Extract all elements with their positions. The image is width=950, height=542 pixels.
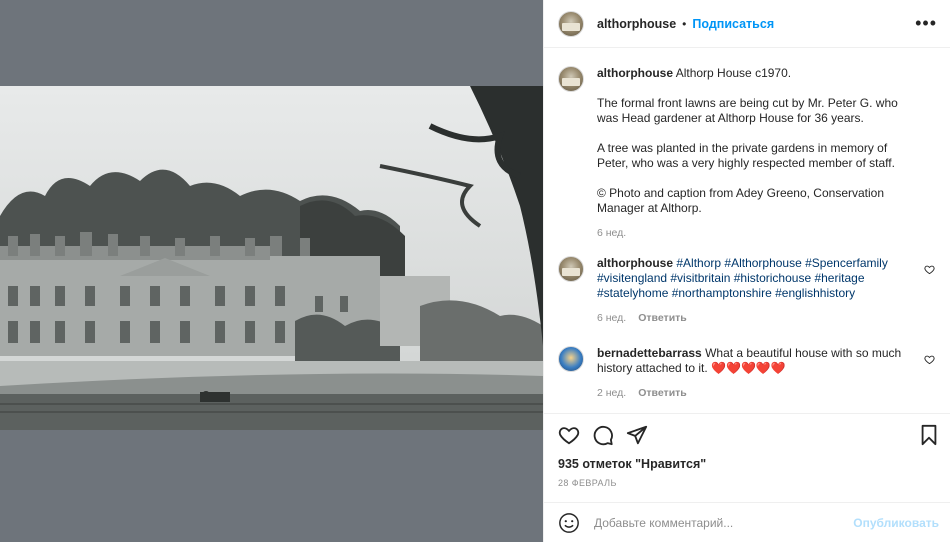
caption-paragraph-3: © Photo and caption from Adey Greeno, Co… <box>597 186 885 215</box>
bookmark-icon[interactable] <box>919 424 939 446</box>
list-item: bernadettebarrass What a beautiful house… <box>558 346 943 401</box>
more-options-icon[interactable]: ••• <box>915 14 937 32</box>
post-sidebar: althorphouse • Подписаться ••• althorpho… <box>543 0 950 542</box>
follow-button[interactable]: Подписаться <box>692 17 774 31</box>
comment-icon[interactable] <box>592 424 614 446</box>
list-item: althorphouse #Althorp #Althorphouse #Spe… <box>558 256 943 326</box>
reply-button[interactable]: Ответить <box>638 387 687 399</box>
caption-time[interactable]: 6 нед. <box>597 227 626 239</box>
author-username[interactable]: althorphouse <box>597 17 676 31</box>
commenter-avatar[interactable] <box>558 346 584 372</box>
share-icon[interactable] <box>626 424 648 446</box>
caption-paragraph-1: The formal front lawns are being cut by … <box>597 96 898 125</box>
comments-list[interactable]: althorphouse Althorp House c1970. The fo… <box>544 48 950 413</box>
separator-dot: • <box>682 16 687 31</box>
post-header: althorphouse • Подписаться ••• <box>544 0 950 48</box>
caption-body: althorphouse Althorp House c1970. The fo… <box>597 66 917 241</box>
post-date: 28 ФЕВРАЛЬ <box>558 478 617 488</box>
comment-body: bernadettebarrass What a beautiful house… <box>597 346 917 401</box>
commenter-username[interactable]: althorphouse <box>597 256 673 270</box>
caption-avatar[interactable] <box>558 66 584 92</box>
heart-icon[interactable] <box>558 424 580 446</box>
comment-like-icon[interactable] <box>924 264 935 275</box>
comment-meta: 6 нед. Ответить <box>597 311 917 326</box>
caption-paragraph-2: A tree was planted in the private garden… <box>597 141 895 170</box>
comment-body: althorphouse #Althorp #Althorphouse #Spe… <box>597 256 917 326</box>
comment-meta: 2 нед. Ответить <box>597 386 917 401</box>
comment-like-icon[interactable] <box>924 354 935 365</box>
post-media[interactable] <box>0 0 543 542</box>
post-photo <box>0 86 543 430</box>
action-icons <box>558 424 648 446</box>
post-actions: 935 отметок "Нравится" 28 ФЕВРАЛЬ <box>544 413 950 503</box>
caption: althorphouse Althorp House c1970. The fo… <box>558 66 943 241</box>
commenter-username[interactable]: bernadettebarrass <box>597 346 702 360</box>
comment-time[interactable]: 6 нед. <box>597 312 626 324</box>
commenter-avatar[interactable] <box>558 256 584 282</box>
caption-title: Althorp House c1970. <box>675 66 792 80</box>
caption-username[interactable]: althorphouse <box>597 66 673 80</box>
comment-composer: Добавьте комментарий... Опубликовать <box>544 502 950 542</box>
likes-count[interactable]: 935 отметок "Нравится" <box>558 457 706 471</box>
publish-button[interactable]: Опубликовать <box>853 516 939 530</box>
author-avatar[interactable] <box>558 10 584 37</box>
reply-button[interactable]: Ответить <box>638 312 687 324</box>
emoji-icon[interactable] <box>558 512 580 534</box>
caption-meta: 6 нед. <box>597 226 917 241</box>
comment-input[interactable]: Добавьте комментарий... <box>594 516 733 530</box>
comment-time[interactable]: 2 нед. <box>597 387 626 399</box>
